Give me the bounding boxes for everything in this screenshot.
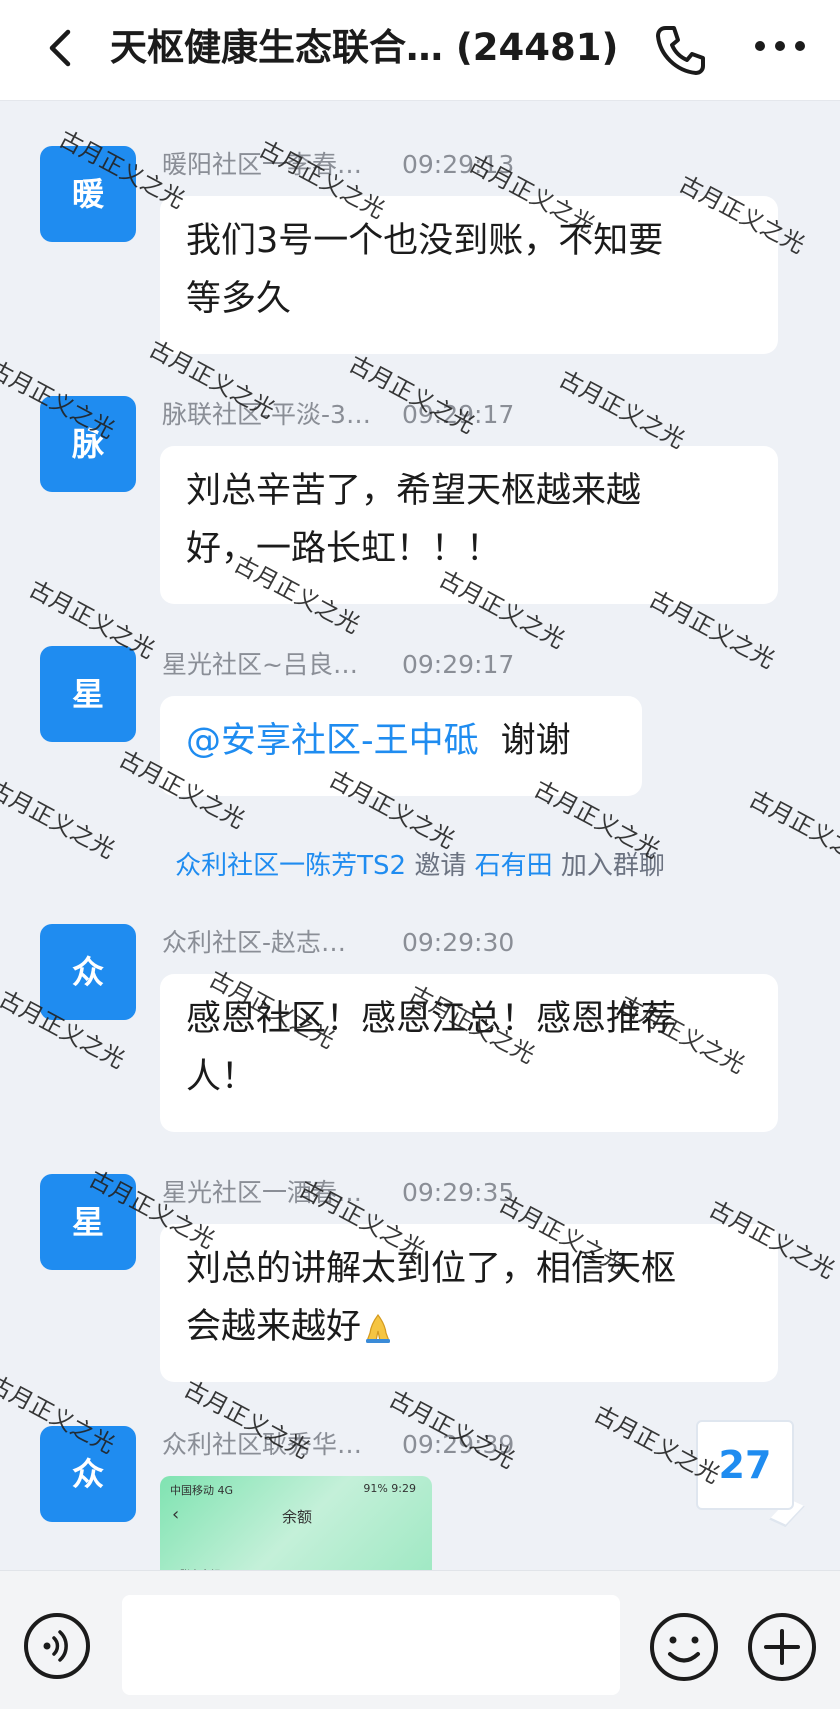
watermark-text: 古月正义之光 bbox=[384, 1386, 519, 1474]
mention-link[interactable]: @安享社区-王中砥 bbox=[186, 721, 479, 761]
message-text-line: 我们3号一个也没到账，不知要 bbox=[186, 221, 664, 261]
thumb-status-left: 中国移动 4G bbox=[170, 1484, 234, 1497]
thumb-back-icon: ‹ bbox=[172, 1504, 180, 1525]
message-meta: 众利社区-赵志… 09:29:30 bbox=[162, 928, 514, 958]
message-meta: 众利社区耿秀华… 09:29:39 bbox=[162, 1430, 514, 1460]
watermark-text: 古月正义之光 bbox=[554, 366, 689, 454]
message-bubble[interactable]: 刘总的讲解太到位了，相信天枢 会越来越好 bbox=[160, 1224, 778, 1382]
avatar[interactable]: 众 bbox=[40, 924, 136, 1020]
message-time: 09:29:13 bbox=[402, 150, 515, 179]
sender-name: 脉联社区-平淡-3… bbox=[162, 400, 371, 429]
notice-suffix: 加入群聊 bbox=[560, 851, 665, 881]
message-time: 09:29:17 bbox=[402, 400, 515, 429]
praying-hands-emoji-icon bbox=[366, 1313, 391, 1343]
message-meta: 星光社区~吕良… 09:29:17 bbox=[162, 650, 514, 680]
message-bubble[interactable]: 我们3号一个也没到账，不知要 等多久 bbox=[160, 196, 778, 354]
plus-icon[interactable] bbox=[746, 1611, 818, 1683]
system-notice: 众利社区一陈芳TS2 邀请 石有田 加入群聊 bbox=[0, 848, 840, 884]
more-dots-icon[interactable] bbox=[750, 26, 810, 66]
message-text-line: 人！ bbox=[186, 1057, 257, 1097]
message-meta: 星光社区一酒春… 09:29:35 bbox=[162, 1178, 514, 1208]
message-text-line: 会越来越好 bbox=[186, 1307, 362, 1347]
message-meta: 脉联社区-平淡-3… 09:29:17 bbox=[162, 400, 514, 430]
avatar[interactable]: 脉 bbox=[40, 396, 136, 492]
inviter-link[interactable]: 众利社区一陈芳TS2 bbox=[175, 851, 406, 881]
back-arrow-icon[interactable] bbox=[38, 24, 86, 72]
sender-name: 星光社区一酒春… bbox=[162, 1178, 363, 1207]
message-bubble[interactable]: @安享社区-王中砥 谢谢 bbox=[160, 696, 642, 796]
message-meta: 暖阳社区一李春… 09:29:13 bbox=[162, 150, 514, 180]
phone-icon[interactable] bbox=[650, 20, 710, 80]
message-bubble[interactable]: 刘总辛苦了，希望天枢越来越 好，一路长虹！！！ bbox=[160, 446, 778, 604]
message-text-line: 好，一路长虹！！！ bbox=[186, 529, 502, 569]
sender-name: 暖阳社区一李春… bbox=[162, 150, 363, 179]
chat-header: 天枢健康生态联合… (24481) bbox=[0, 0, 840, 101]
message-text-line: 感恩社区！感恩江总！感恩推荐 bbox=[186, 999, 677, 1039]
notice-verb: 邀请 bbox=[414, 851, 467, 881]
message-time: 09:29:30 bbox=[402, 928, 515, 957]
voice-icon[interactable] bbox=[22, 1611, 92, 1681]
sender-name: 众利社区耿秀华… bbox=[162, 1430, 363, 1459]
message-time: 09:29:35 bbox=[402, 1178, 515, 1207]
message-text-line: 刘总辛苦了，希望天枢越来越 bbox=[186, 471, 642, 511]
avatar[interactable]: 星 bbox=[40, 1174, 136, 1270]
avatar[interactable]: 星 bbox=[40, 646, 136, 742]
sender-name: 众利社区-赵志… bbox=[162, 928, 347, 957]
avatar[interactable]: 暖 bbox=[40, 146, 136, 242]
thumb-status-right: 91% 9:29 bbox=[363, 1482, 416, 1495]
chat-title[interactable]: 天枢健康生态联合… (24481) bbox=[110, 18, 640, 78]
message-text-line: 等多久 bbox=[186, 279, 292, 319]
message-time: 09:29:17 bbox=[402, 650, 515, 679]
avatar[interactable]: 众 bbox=[40, 1426, 136, 1522]
message-composer bbox=[0, 1570, 840, 1709]
message-bubble[interactable]: 感恩社区！感恩江总！感恩推荐 人！ bbox=[160, 974, 778, 1132]
sender-name: 星光社区~吕良… bbox=[162, 650, 358, 679]
message-text: 谢谢 bbox=[500, 721, 571, 761]
emoji-icon[interactable] bbox=[648, 1611, 720, 1683]
message-time: 09:29:39 bbox=[402, 1430, 515, 1459]
unread-count-badge[interactable]: 27 bbox=[696, 1420, 794, 1510]
invitee-link[interactable]: 石有田 bbox=[475, 851, 553, 881]
message-text-line: 刘总的讲解太到位了，相信天枢 bbox=[186, 1249, 677, 1289]
thumb-title: 余额 bbox=[282, 1508, 313, 1526]
message-input[interactable] bbox=[122, 1595, 620, 1695]
